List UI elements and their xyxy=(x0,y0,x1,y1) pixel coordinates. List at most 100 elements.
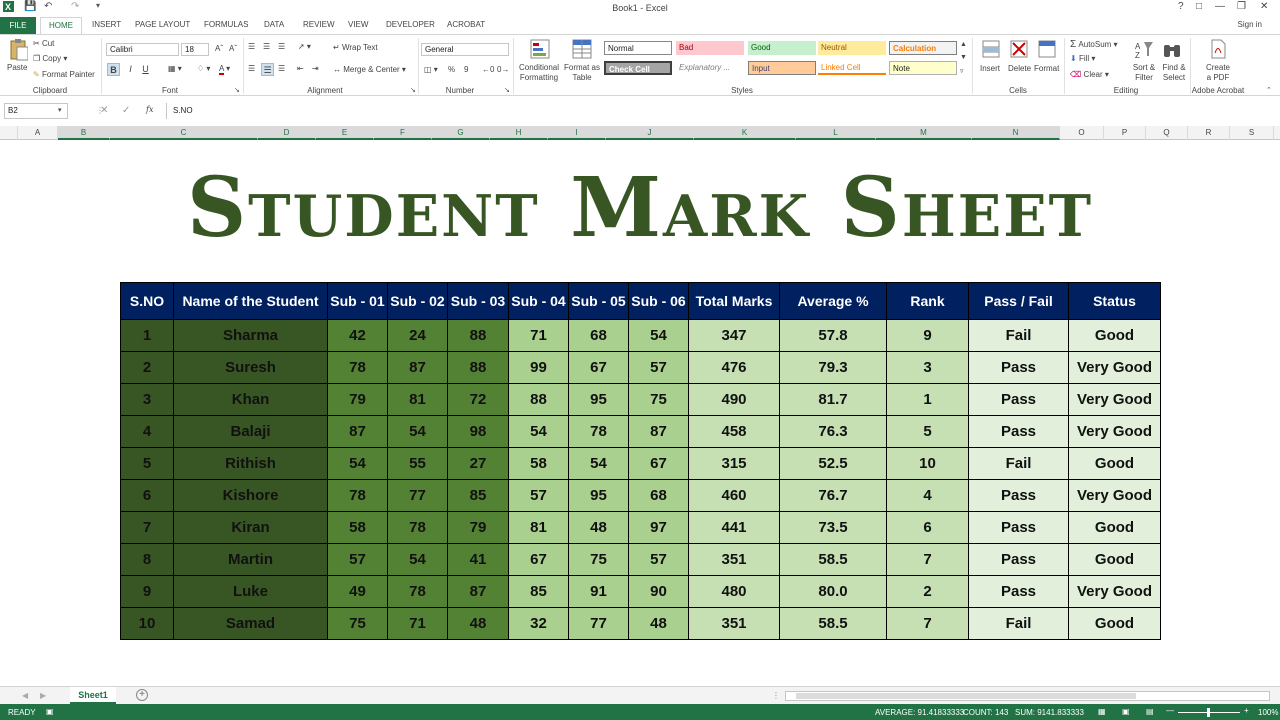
select-all-corner[interactable] xyxy=(0,126,18,140)
tab-developer[interactable]: DEVELOPER xyxy=(386,20,435,29)
align-right-icon[interactable]: ☰ xyxy=(278,64,285,73)
cell-total[interactable]: 490 xyxy=(688,383,780,416)
cell-sub-05[interactable]: 77 xyxy=(568,607,629,640)
cell-sub-06[interactable]: 75 xyxy=(628,383,689,416)
cell-name[interactable]: Rithish xyxy=(173,447,328,480)
column-header-o[interactable]: O xyxy=(1060,126,1104,140)
cell-sub-03[interactable]: 72 xyxy=(447,383,509,416)
cell-sub-06[interactable]: 67 xyxy=(628,447,689,480)
page-break-view-icon[interactable]: ▤ xyxy=(1146,707,1154,716)
cell-pass-fail[interactable]: Pass xyxy=(968,575,1069,608)
cell-average[interactable]: 79.3 xyxy=(779,351,887,384)
bold-button[interactable]: B xyxy=(107,63,120,76)
cell-sno[interactable]: 9 xyxy=(120,575,174,608)
cell-sub-02[interactable]: 71 xyxy=(387,607,448,640)
tab-view[interactable]: VIEW xyxy=(348,20,368,29)
tab-home[interactable]: HOME xyxy=(40,17,82,35)
cell-sub-03[interactable]: 88 xyxy=(447,319,509,352)
header-sno[interactable]: S.NO xyxy=(120,282,174,320)
delete-button[interactable]: Delete xyxy=(1008,64,1031,73)
grow-font-icon[interactable]: Aˆ xyxy=(215,44,223,53)
cell-sub-04[interactable]: 85 xyxy=(508,575,569,608)
restore-icon[interactable]: ❐ xyxy=(1237,1,1246,12)
cell-pass-fail[interactable]: Pass xyxy=(968,383,1069,416)
create-pdf-button[interactable]: Create a PDF xyxy=(1204,63,1232,83)
cell-name[interactable]: Balaji xyxy=(173,415,328,448)
cell-average[interactable]: 81.7 xyxy=(779,383,887,416)
increase-decimal-icon[interactable]: ←0 xyxy=(482,65,494,74)
column-header-f[interactable]: F xyxy=(374,126,432,140)
cell-sub-03[interactable]: 88 xyxy=(447,351,509,384)
cell-sub-01[interactable]: 54 xyxy=(327,447,388,480)
font-color-icon[interactable]: A ▾ xyxy=(219,64,230,75)
formula-input[interactable]: S.NO xyxy=(166,103,1272,119)
format-cells-icon[interactable] xyxy=(1037,39,1057,59)
column-header-s[interactable]: S xyxy=(1230,126,1274,140)
cancel-entry-icon[interactable]: ✕ xyxy=(100,105,108,116)
column-header-q[interactable]: Q xyxy=(1146,126,1188,140)
cell-sub-06[interactable]: 68 xyxy=(628,479,689,512)
cell-sub-01[interactable]: 75 xyxy=(327,607,388,640)
cell-sub-04[interactable]: 67 xyxy=(508,543,569,576)
insert-button[interactable]: Insert xyxy=(980,64,1000,73)
cell-average[interactable]: 58.5 xyxy=(779,543,887,576)
header-sub-03[interactable]: Sub - 03 xyxy=(447,282,509,320)
cell-name[interactable]: Khan xyxy=(173,383,328,416)
top-align-icon[interactable]: ☰ xyxy=(248,42,255,51)
sign-in-link[interactable]: Sign in xyxy=(1238,20,1262,29)
cell-status[interactable]: Good xyxy=(1068,319,1161,352)
style-calculation[interactable]: Calculation xyxy=(889,41,957,55)
binoculars-icon[interactable] xyxy=(1162,39,1182,59)
cell-sub-04[interactable]: 88 xyxy=(508,383,569,416)
sheet-prev-icon[interactable]: ◀ xyxy=(22,691,28,700)
header-sub-05[interactable]: Sub - 05 xyxy=(568,282,629,320)
column-header-p[interactable]: P xyxy=(1104,126,1146,140)
cell-status[interactable]: Very Good xyxy=(1068,479,1161,512)
cell-sub-02[interactable]: 77 xyxy=(387,479,448,512)
header-rank[interactable]: Rank xyxy=(886,282,969,320)
decrease-indent-icon[interactable]: ⇤ xyxy=(297,64,304,73)
cell-sub-02[interactable]: 55 xyxy=(387,447,448,480)
confirm-entry-icon[interactable]: ✓ xyxy=(122,105,130,116)
style-linked-cell[interactable]: Linked Cell xyxy=(818,61,886,75)
sort-filter-icon[interactable]: AZ xyxy=(1134,39,1154,60)
increase-indent-icon[interactable]: ⇥ xyxy=(312,64,319,73)
close-icon[interactable]: ✕ xyxy=(1260,1,1268,12)
tab-split-icon[interactable]: ⋮ xyxy=(772,691,780,700)
font-dialog-icon[interactable]: ↘ xyxy=(234,86,240,94)
column-header-m[interactable]: M xyxy=(876,126,972,140)
collapse-ribbon-icon[interactable]: ⌃ xyxy=(1266,86,1272,94)
cell-sub-04[interactable]: 71 xyxy=(508,319,569,352)
cell-sub-05[interactable]: 75 xyxy=(568,543,629,576)
column-header-l[interactable]: L xyxy=(796,126,876,140)
cell-sub-03[interactable]: 98 xyxy=(447,415,509,448)
cell-rank[interactable]: 9 xyxy=(886,319,969,352)
cell-total[interactable]: 351 xyxy=(688,543,780,576)
orientation-icon[interactable]: ➚ ▾ xyxy=(298,42,311,51)
cell-average[interactable]: 52.5 xyxy=(779,447,887,480)
cell-sno[interactable]: 8 xyxy=(120,543,174,576)
cell-name[interactable]: Luke xyxy=(173,575,328,608)
cell-average[interactable]: 73.5 xyxy=(779,511,887,544)
cell-sub-02[interactable]: 54 xyxy=(387,543,448,576)
autosum-button[interactable]: Σ AutoSum ▾ xyxy=(1070,39,1118,50)
cell-pass-fail[interactable]: Pass xyxy=(968,479,1069,512)
column-header-a[interactable]: A xyxy=(18,126,58,140)
underline-button[interactable]: U xyxy=(139,63,152,76)
cell-pass-fail[interactable]: Fail xyxy=(968,607,1069,640)
cell-total[interactable]: 476 xyxy=(688,351,780,384)
align-center-icon[interactable]: ☰ xyxy=(261,63,274,76)
zoom-level[interactable]: 100% xyxy=(1258,708,1278,717)
cell-total[interactable]: 347 xyxy=(688,319,780,352)
cell-average[interactable]: 76.3 xyxy=(779,415,887,448)
cell-sub-01[interactable]: 78 xyxy=(327,351,388,384)
cell-total[interactable]: 480 xyxy=(688,575,780,608)
style-note[interactable]: Note xyxy=(889,61,957,75)
column-header-c[interactable]: C xyxy=(110,126,258,140)
create-pdf-icon[interactable] xyxy=(1208,39,1228,59)
insert-function-button[interactable]: fx xyxy=(146,105,153,114)
cell-name[interactable]: Sharma xyxy=(173,319,328,352)
cell-sub-06[interactable]: 57 xyxy=(628,351,689,384)
cell-average[interactable]: 58.5 xyxy=(779,607,887,640)
cell-total[interactable]: 441 xyxy=(688,511,780,544)
